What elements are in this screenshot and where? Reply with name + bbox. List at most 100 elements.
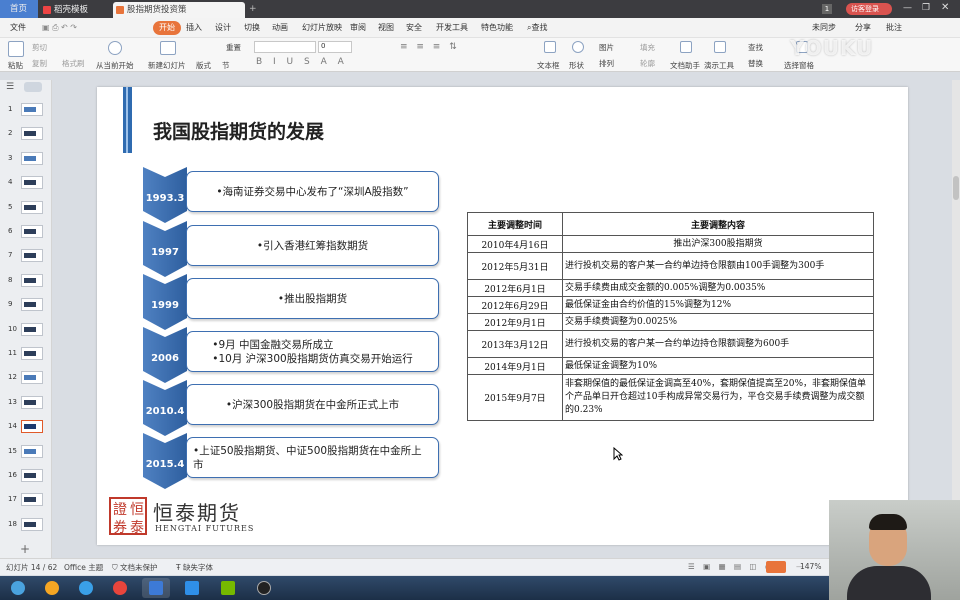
section-button[interactable]: 节	[222, 60, 230, 71]
select-pane-button[interactable]: 选择窗格	[784, 60, 814, 71]
shape-button[interactable]: 形状	[569, 60, 584, 71]
obs-icon[interactable]	[250, 578, 278, 598]
arrange-button[interactable]: 排列	[599, 58, 614, 69]
quick-access-icons[interactable]: ▣ ⎙ ↶ ↷	[42, 21, 77, 35]
zoom-level[interactable]: 147%	[800, 562, 821, 571]
font-size-field[interactable]: 0	[318, 41, 352, 53]
vertical-scrollbar-thumb[interactable]	[953, 176, 959, 200]
menu-animation[interactable]: 动画	[272, 21, 288, 35]
thumbnail-13[interactable]: 13	[0, 394, 52, 414]
replace-button[interactable]: 替换	[748, 58, 763, 69]
taskbar-app-icon[interactable]	[178, 578, 206, 598]
minimize-icon[interactable]: —	[903, 3, 912, 13]
thumbnail-14[interactable]: 14	[0, 418, 52, 438]
cut-button[interactable]: 剪切	[32, 42, 47, 53]
wps-icon[interactable]	[142, 578, 170, 598]
menu-security[interactable]: 安全	[406, 21, 422, 35]
doc-helper-icon[interactable]	[680, 41, 692, 53]
adjustment-table[interactable]: 主要调整时间 主要调整内容 2010年4月16日 推出沪深300股指期货 2012年…	[467, 212, 874, 421]
font-name-field[interactable]	[254, 41, 316, 53]
slide-canvas[interactable]: 我国股指期货的发展 1993.3 •海南证券交易中心发布了“深圳A股指数” 1997…	[97, 87, 908, 545]
menu-insert[interactable]: 插入	[186, 21, 202, 35]
tab-home[interactable]: 首页	[0, 0, 38, 18]
tab-document[interactable]: 股指期货投资策略...20200310	[113, 2, 245, 31]
menu-slideshow[interactable]: 幻灯片放映	[302, 21, 342, 35]
thumbnail-4[interactable]: 4	[0, 174, 52, 194]
paste-icon[interactable]	[8, 41, 24, 57]
timeline-event-box[interactable]: •上证50股指期货、中证500股指期货在中金所上市	[186, 437, 439, 478]
menu-design[interactable]: 设计	[215, 21, 231, 35]
from-current-button[interactable]: 从当前开始	[96, 60, 134, 71]
textbox-button[interactable]: 文本框	[537, 60, 560, 71]
thumbnail-17[interactable]: 17	[0, 491, 52, 511]
outline-button[interactable]: 轮廓	[640, 58, 655, 69]
thumbnail-7[interactable]: 7	[0, 247, 52, 267]
thumbnail-11[interactable]: 11	[0, 345, 52, 365]
close-icon[interactable]: ✕	[941, 2, 949, 13]
vertical-scrollbar[interactable]	[952, 80, 960, 558]
menu-review[interactable]: 审阅	[350, 21, 366, 35]
timeline-event-box[interactable]: •海南证券交易中心发布了“深圳A股指数”	[186, 171, 439, 212]
timeline-event-box[interactable]: •沪深300股指期货在中金所正式上市	[186, 384, 439, 425]
timeline-event-box[interactable]: •推出股指期货	[186, 278, 439, 319]
menu-search[interactable]: ⌕查找	[527, 21, 547, 35]
presenter-button[interactable]: 演示工具	[704, 60, 734, 71]
chrome-icon[interactable]	[106, 578, 134, 598]
menu-developer[interactable]: 开发工具	[436, 21, 468, 35]
menu-home[interactable]: 开始	[153, 21, 181, 35]
thumbnail-3[interactable]: 3	[0, 150, 52, 170]
new-tab-icon[interactable]: +	[249, 4, 259, 14]
layout-button[interactable]: 版式	[196, 60, 211, 71]
paragraph-buttons[interactable]: ≡ ≡ ≡ ⇅	[400, 42, 460, 52]
copy-button[interactable]: 复制	[32, 58, 47, 69]
view-mode-buttons[interactable]: ☰ ▣ ▦ ▤ ◫ ▭	[688, 562, 775, 571]
thumbnail-12[interactable]: 12	[0, 369, 52, 389]
menu-transition[interactable]: 切换	[244, 21, 260, 35]
timeline-event-box[interactable]: •9月 中国金融交易所成立 •10月 沪深300股指期货仿真交易开始运行	[186, 331, 439, 372]
doc-helper-button[interactable]: 文档助手	[670, 60, 700, 71]
thumbnail-16[interactable]: 16	[0, 467, 52, 487]
start-button[interactable]	[4, 578, 32, 598]
shape-icon[interactable]	[572, 41, 584, 53]
thumbnail-6[interactable]: 6	[0, 223, 52, 243]
thumbnail-9[interactable]: 9	[0, 296, 52, 316]
paste-button[interactable]: 粘贴	[8, 60, 23, 71]
fill-button[interactable]: 填充	[640, 42, 655, 53]
maximize-icon[interactable]: ❐	[922, 3, 930, 13]
menu-file[interactable]: 文件	[10, 21, 26, 35]
new-slide-button[interactable]: 新建幻灯片	[148, 60, 186, 71]
font-style-buttons[interactable]: B I U S A A	[256, 57, 348, 67]
tab-docer[interactable]: 稻壳模板	[40, 2, 110, 18]
thumbnail-15[interactable]: 15	[0, 443, 52, 463]
slide-title[interactable]: 我国股指期货的发展	[153, 117, 324, 144]
picture-button[interactable]: 图片	[599, 42, 614, 53]
missing-font-button[interactable]: Ŧ 缺失字体	[176, 562, 213, 573]
ie-icon[interactable]	[72, 578, 100, 598]
add-slide-icon[interactable]: +	[20, 542, 30, 556]
login-button[interactable]: 访客登录	[846, 3, 892, 15]
thumbnail-view-icon[interactable]	[24, 82, 42, 92]
thumbnail-5[interactable]: 5	[0, 199, 52, 219]
thumbnail-18[interactable]: 18	[0, 516, 52, 536]
play-slideshow-button[interactable]	[766, 561, 786, 573]
menu-view[interactable]: 视图	[378, 21, 394, 35]
menu-features[interactable]: 特色功能	[481, 21, 513, 35]
format-painter-button[interactable]: 格式刷	[62, 58, 85, 69]
comment-button[interactable]: 批注	[886, 21, 902, 35]
outline-view-icon[interactable]: ☰	[6, 82, 14, 92]
textbox-icon[interactable]	[544, 41, 556, 53]
reset-button[interactable]: 重置	[226, 42, 241, 53]
protect-status[interactable]: ⛉ 文档未保护	[112, 562, 158, 573]
thumbnail-2[interactable]: 2	[0, 125, 52, 145]
new-slide-icon[interactable]	[160, 41, 176, 55]
timeline-event-box[interactable]: •引入香港红筹指数期货	[186, 225, 439, 266]
nvidia-icon[interactable]	[214, 578, 242, 598]
thumbnail-8[interactable]: 8	[0, 272, 52, 292]
find-button[interactable]: 查找	[748, 42, 763, 53]
play-icon[interactable]	[108, 41, 122, 55]
thumbnail-1[interactable]: 1	[0, 101, 52, 121]
share-button[interactable]: 分享	[855, 21, 871, 35]
sync-status[interactable]: 未同步	[812, 21, 836, 35]
taskbar-app-icon[interactable]	[38, 578, 66, 598]
thumbnail-10[interactable]: 10	[0, 321, 52, 341]
